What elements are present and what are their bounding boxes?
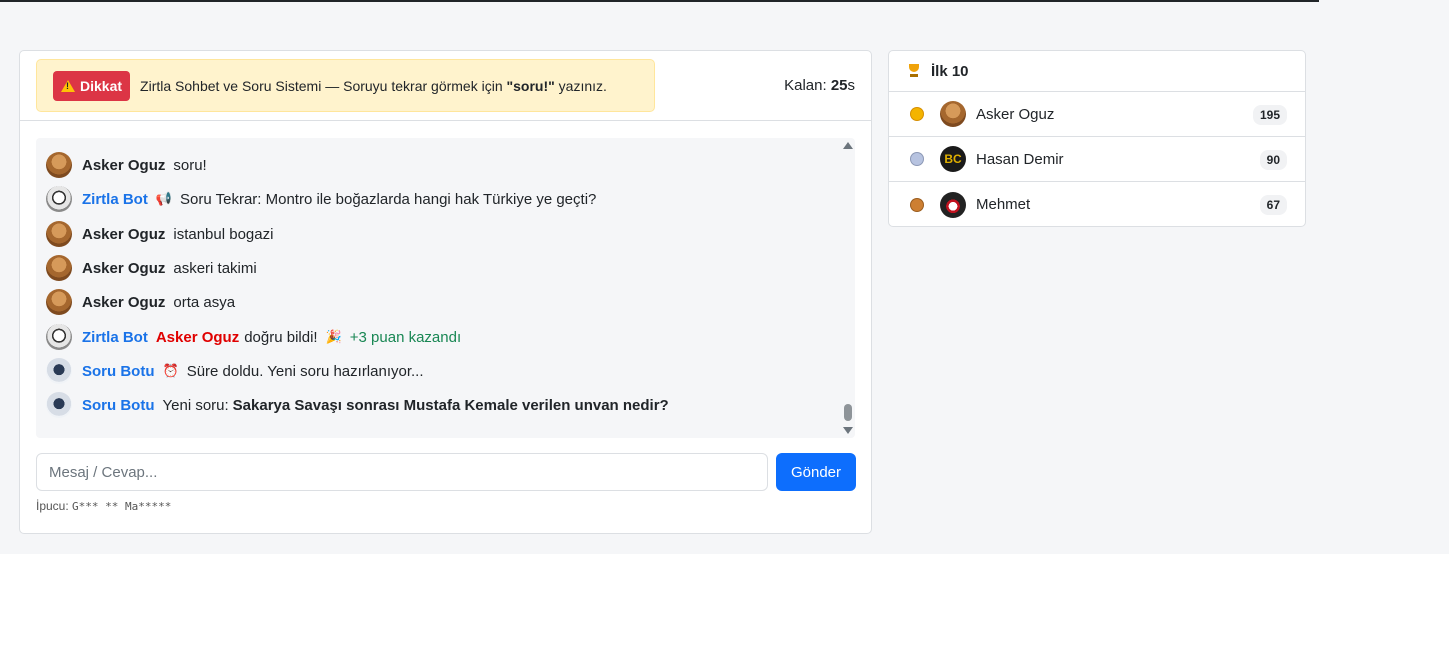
message-author: Asker Oguz: [82, 225, 166, 243]
top-bar: [0, 0, 1319, 2]
avatar: [46, 221, 72, 247]
avatar: [46, 152, 72, 178]
message-author: Soru Botu: [82, 362, 155, 380]
score-badge: 90: [1259, 150, 1287, 170]
winner-name: Asker Oguz: [155, 328, 240, 346]
countdown-timer: Kalan: 25s: [784, 77, 855, 94]
message-author: Zirtla Bot: [82, 328, 148, 346]
message-item: Zirtla Bot 📢 Soru Tekrar: Montro ile boğ…: [46, 184, 596, 214]
dikkat-badge: Dikkat: [53, 70, 131, 101]
message-text: askeri takimi: [173, 259, 257, 277]
message-list[interactable]: Asker Oguz soru! Zirtla Bot 📢 Soru Tekra…: [36, 138, 855, 438]
dikkat-label: Dikkat: [80, 77, 123, 94]
question-text: Sakarya Savaşı sonrası Mustafa Kemale ve…: [232, 396, 669, 414]
scroll-up-arrow-icon[interactable]: [843, 142, 853, 149]
avatar: [46, 186, 72, 212]
message-text: soru!: [173, 156, 207, 174]
message-author: Soru Botu: [82, 396, 155, 414]
message-text: istanbul bogazi: [173, 225, 274, 243]
leaderboard-card: İlk 10 Asker Oguz 195 BC Hasan Demir 90 …: [888, 50, 1306, 227]
message-text: orta asya: [173, 293, 236, 311]
leaderboard-header: İlk 10: [889, 51, 1305, 92]
message-item: Asker Oguz orta asya: [46, 287, 235, 317]
message-item: Soru Botu Yeni soru: Sakarya Savaşı sonr…: [46, 390, 669, 420]
avatar: [940, 101, 966, 127]
question-prefix: Yeni soru:: [162, 396, 229, 414]
chat-card: Dikkat Zirtla Sohbet ve Soru Sistemi — S…: [19, 50, 872, 534]
leaderboard-row: Mehmet 67: [889, 182, 1305, 227]
scroll-down-arrow-icon[interactable]: [843, 427, 853, 434]
leaderboard-row: Asker Oguz 195: [889, 92, 1305, 137]
avatar: [46, 392, 72, 418]
score-badge: 195: [1252, 105, 1287, 125]
alarm-clock-icon: ⏰: [162, 363, 179, 378]
timer-value: 25: [830, 77, 848, 94]
message-item: Asker Oguz askeri takimi: [46, 253, 257, 283]
score-badge: 67: [1259, 195, 1287, 215]
player-name: Asker Oguz: [976, 105, 1055, 123]
message-author: Asker Oguz: [82, 156, 166, 174]
leaderboard-row: BC Hasan Demir 90: [889, 137, 1305, 182]
player-name: Mehmet: [976, 196, 1031, 213]
warning-alert: Dikkat Zirtla Sohbet ve Soru Sistemi — S…: [36, 59, 655, 112]
message-item: Asker Oguz istanbul bogazi: [46, 219, 273, 249]
party-icon: 🎉: [325, 329, 342, 344]
message-text: doğru bildi!: [244, 328, 318, 346]
message-item: Zirtla Bot Asker Oguz doğru bildi! 🎉 +3 …: [46, 322, 461, 352]
hint-line: İpucu: G*** ** Ma*****: [36, 499, 171, 513]
alert-command: "soru!": [506, 77, 555, 94]
bronze-medal-icon: [911, 198, 923, 211]
scrollbar-thumb[interactable]: [844, 404, 852, 421]
alert-text: Zirtla Sohbet ve Soru Sistemi — Soruyu t…: [140, 78, 607, 94]
message-text: Soru Tekrar: Montro ile boğazlarda hangi…: [180, 190, 597, 208]
hint-value: G*** ** Ma*****: [72, 500, 172, 513]
message-author: Zirtla Bot: [82, 190, 148, 208]
message-author: Asker Oguz: [82, 293, 166, 311]
megaphone-icon: 📢: [155, 191, 173, 206]
timer-label: Kalan:: [784, 77, 827, 94]
message-item: Soru Botu ⏰ Süre doldu. Yeni soru hazırl…: [46, 356, 424, 386]
avatar: BC: [940, 146, 966, 172]
send-button[interactable]: Gönder: [776, 453, 856, 491]
points-text: +3 puan kazandı: [349, 328, 462, 346]
warning-icon: [61, 79, 75, 92]
avatar: [46, 324, 72, 350]
message-text: Süre doldu. Yeni soru hazırlanıyor...: [186, 362, 424, 380]
player-name: Hasan Demir: [976, 150, 1064, 168]
timer-unit: s: [847, 77, 856, 94]
avatar: [46, 289, 72, 315]
silver-medal-icon: [911, 153, 923, 165]
avatar: [940, 191, 966, 218]
avatar: [46, 358, 72, 384]
hint-label: İpucu:: [36, 499, 69, 513]
trophy-icon: [907, 64, 921, 78]
chat-header: Dikkat Zirtla Sohbet ve Soru Sistemi — S…: [20, 51, 871, 121]
alert-text-after: yazınız.: [554, 77, 607, 94]
message-author: Asker Oguz: [82, 259, 166, 277]
gold-medal-icon: [911, 108, 923, 120]
alert-text-before: Zirtla Sohbet ve Soru Sistemi — Soruyu t…: [140, 77, 507, 94]
leaderboard-title: İlk 10: [931, 62, 969, 80]
avatar: [46, 255, 72, 281]
page-background: Dikkat Zirtla Sohbet ve Soru Sistemi — S…: [0, 0, 1449, 554]
message-input[interactable]: [36, 453, 768, 491]
message-item: Asker Oguz soru!: [46, 150, 207, 180]
